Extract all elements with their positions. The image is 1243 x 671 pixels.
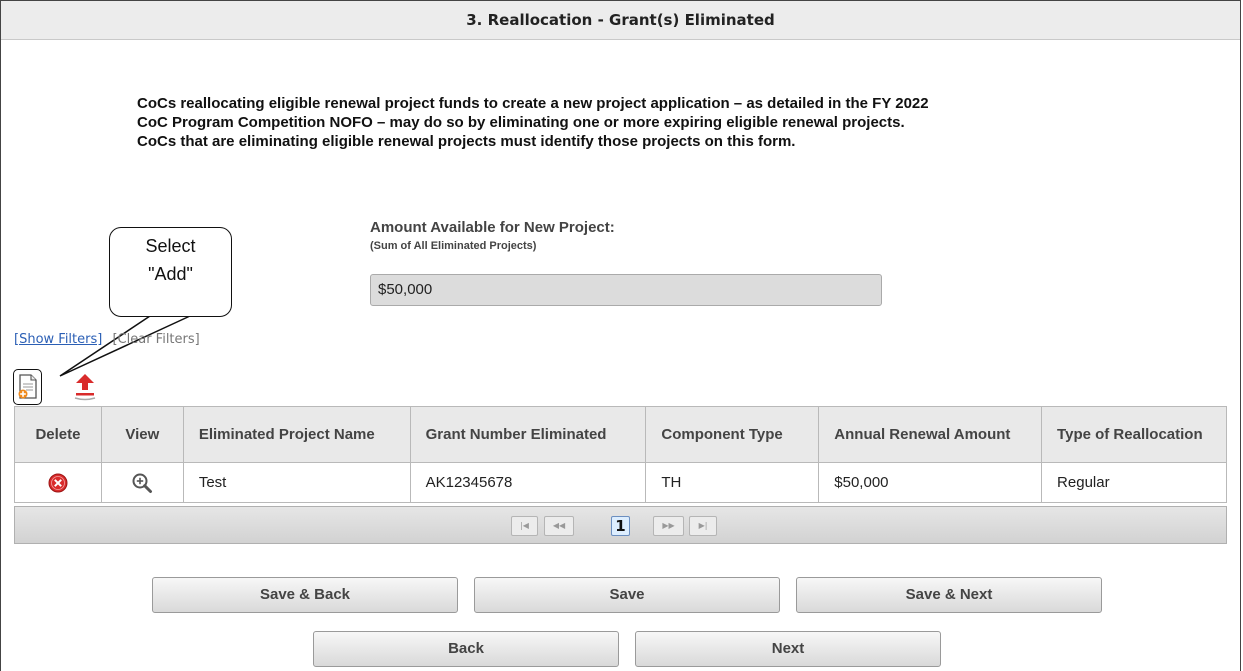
renewal-amount-cell: $50,000 xyxy=(818,462,1043,503)
previous-page-button[interactable]: ◀◀ xyxy=(544,516,574,536)
column-header-grant-number[interactable]: Grant Number Eliminated xyxy=(409,406,647,463)
current-page[interactable]: 1 xyxy=(611,516,630,536)
grant-number-cell: AK12345678 xyxy=(409,462,647,503)
column-header-delete[interactable]: Delete xyxy=(14,406,102,463)
first-page-button[interactable]: |◀ xyxy=(511,516,538,536)
save-and-next-button[interactable]: Save & Next xyxy=(796,577,1102,613)
page-title: 3. Reallocation - Grant(s) Eliminated xyxy=(1,1,1240,40)
show-filters-link[interactable]: [Show Filters] xyxy=(14,332,102,347)
pagination-bar: |◀ ◀◀ 1 ▶▶ ▶| xyxy=(14,506,1227,544)
back-button[interactable]: Back xyxy=(313,631,619,667)
instructions-line: CoCs reallocating eligible renewal proje… xyxy=(137,95,929,112)
instructions-line: CoCs that are eliminating eligible renew… xyxy=(137,133,796,150)
delete-icon[interactable] xyxy=(48,473,68,493)
column-header-view[interactable]: View xyxy=(100,406,184,463)
add-button[interactable] xyxy=(13,369,42,405)
magnify-icon[interactable] xyxy=(131,472,153,494)
upload-icon[interactable] xyxy=(72,372,98,402)
column-header-reallocation-type[interactable]: Type of Reallocation xyxy=(1041,406,1227,463)
callout-text: "Add" xyxy=(148,264,193,284)
amount-available-field: $50,000 xyxy=(370,274,882,306)
last-page-button[interactable]: ▶| xyxy=(689,516,717,536)
delete-cell xyxy=(14,462,102,503)
next-button[interactable]: Next xyxy=(635,631,941,667)
reallocation-type-cell: Regular xyxy=(1041,462,1227,503)
add-record-icon xyxy=(18,374,37,399)
project-name-cell: Test xyxy=(182,462,411,503)
component-type-cell: TH xyxy=(645,462,820,503)
table-row: Test AK12345678 TH $50,000 Regular xyxy=(14,462,1227,503)
amount-sublabel: (Sum of All Eliminated Projects) xyxy=(370,240,537,252)
select-add-callout: Select "Add" xyxy=(109,227,232,317)
filter-links: [Show Filters] [Clear Filters] xyxy=(14,332,200,347)
instructions-line: CoC Program Competition NOFO – may do so… xyxy=(137,114,905,131)
instructions-text: CoCs reallocating eligible renewal proje… xyxy=(137,94,1147,151)
save-and-back-button[interactable]: Save & Back xyxy=(152,577,458,613)
callout-text: Select xyxy=(145,236,196,256)
eliminated-projects-table: Delete View Eliminated Project Name Gran… xyxy=(14,406,1227,503)
save-button[interactable]: Save xyxy=(474,577,780,613)
view-cell xyxy=(100,462,184,503)
column-header-component-type[interactable]: Component Type xyxy=(645,406,820,463)
column-header-project-name[interactable]: Eliminated Project Name xyxy=(182,406,411,463)
amount-label: Amount Available for New Project: xyxy=(370,219,615,236)
column-header-renewal-amount[interactable]: Annual Renewal Amount xyxy=(818,406,1043,463)
clear-filters-link[interactable]: [Clear Filters] xyxy=(112,332,199,347)
next-page-button[interactable]: ▶▶ xyxy=(653,516,684,536)
table-header-row: Delete View Eliminated Project Name Gran… xyxy=(14,406,1227,463)
